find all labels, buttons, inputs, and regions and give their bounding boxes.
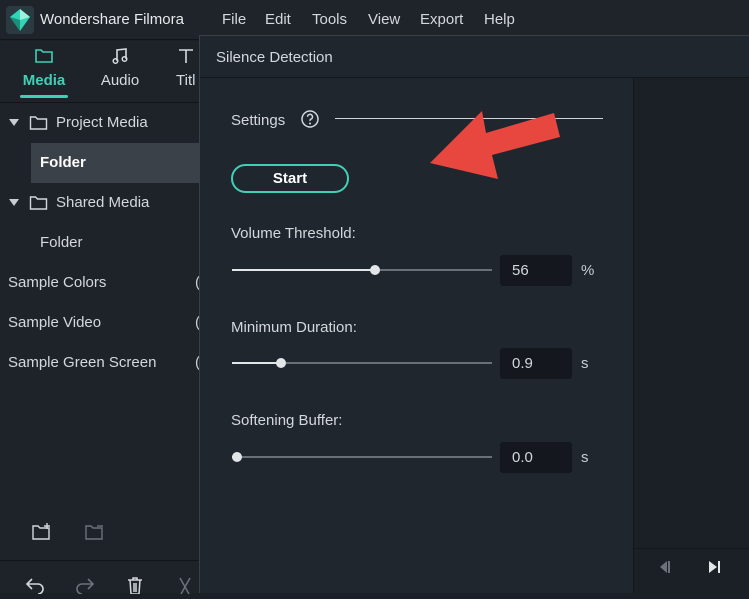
menu-help[interactable]: Help — [484, 11, 515, 28]
slider-fill — [232, 362, 282, 364]
previous-frame-icon[interactable] — [656, 559, 672, 580]
tree-item-sample-video[interactable]: Sample Video ( — [0, 303, 200, 343]
tree-item-sample-colors[interactable]: Sample Colors ( — [0, 263, 200, 303]
menu-edit[interactable]: Edit — [265, 11, 291, 28]
dialog-title: Silence Detection — [216, 49, 333, 66]
folder-icon — [29, 115, 48, 135]
tree-item-folder-selected[interactable]: Folder — [31, 143, 200, 183]
expand-caret-icon[interactable] — [9, 199, 19, 206]
settings-label: Settings — [231, 112, 286, 129]
tab-audio[interactable]: Audio — [85, 47, 155, 89]
slider-handle[interactable] — [276, 358, 287, 368]
help-circle-icon[interactable] — [300, 109, 320, 134]
red-arrow-annotation — [430, 111, 560, 179]
softening-buffer-label: Softening Buffer: — [231, 412, 343, 429]
softening-buffer-unit: s — [581, 449, 589, 466]
tab-media-label: Media — [22, 72, 66, 89]
title-t-icon — [176, 49, 196, 69]
tree-item-label: Shared Media — [56, 194, 150, 211]
tab-audio-label: Audio — [100, 72, 140, 89]
tree-item-shared-folder[interactable]: Folder — [0, 223, 200, 263]
slider-fill — [232, 269, 375, 271]
tree-item-label: Project Media — [56, 114, 148, 131]
redo-icon[interactable] — [74, 576, 96, 599]
divider — [634, 548, 749, 549]
minimum-duration-field[interactable]: 0.9 — [500, 348, 572, 379]
play-icon[interactable] — [706, 559, 722, 580]
new-folder-icon[interactable] — [31, 522, 53, 547]
slider-handle[interactable] — [370, 265, 380, 275]
volume-threshold-unit: % — [581, 262, 595, 279]
music-note-icon — [110, 48, 130, 69]
tree-item-label: Folder — [40, 154, 86, 171]
minimum-duration-slider[interactable] — [232, 358, 492, 368]
tree-item-shared-media[interactable]: Shared Media — [0, 183, 200, 223]
tab-media[interactable]: Media — [9, 47, 79, 89]
volume-threshold-field[interactable]: 56 — [500, 255, 572, 286]
undo-icon[interactable] — [24, 576, 46, 599]
softening-buffer-slider[interactable] — [232, 452, 492, 462]
volume-threshold-slider[interactable] — [232, 265, 492, 275]
app-title: Wondershare Filmora — [40, 11, 184, 28]
start-button[interactable]: Start — [231, 164, 349, 193]
softening-buffer-field[interactable]: 0.0 — [500, 442, 572, 473]
folder-icon — [29, 195, 48, 215]
volume-threshold-label: Volume Threshold: — [231, 225, 356, 242]
minimum-duration-label: Minimum Duration: — [231, 319, 357, 336]
tree-item-label: Sample Green Screen — [8, 354, 157, 371]
divider — [0, 560, 200, 561]
tab-titles[interactable]: Titl — [160, 47, 200, 89]
filmora-logo-icon — [6, 6, 34, 34]
remove-folder-icon[interactable] — [84, 522, 106, 547]
tab-titles-label: Titl — [176, 72, 196, 89]
menu-tools[interactable]: Tools — [312, 11, 347, 28]
tree-item-project-media[interactable]: Project Media — [0, 103, 200, 143]
menu-view[interactable]: View — [368, 11, 400, 28]
preview-pane — [633, 78, 749, 594]
media-library-panel: Media Audio Titl Project Media Folder Sh… — [0, 41, 200, 595]
menu-export[interactable]: Export — [420, 11, 463, 28]
menu-file[interactable]: File — [222, 11, 246, 28]
title-bar: Wondershare Filmora File Edit Tools View… — [0, 0, 749, 40]
dialog-header: Silence Detection — [200, 36, 749, 78]
tree-item-sample-green-screen[interactable]: Sample Green Screen ( — [0, 343, 200, 383]
folder-icon — [34, 49, 54, 69]
cut-icon[interactable] — [175, 576, 195, 599]
delete-icon[interactable] — [125, 576, 145, 599]
active-tab-indicator — [20, 95, 68, 98]
tree-item-label: Sample Colors — [8, 274, 107, 291]
minimum-duration-unit: s — [581, 355, 589, 372]
slider-handle[interactable] — [232, 452, 243, 462]
expand-caret-icon[interactable] — [9, 119, 19, 126]
tree-item-label: Sample Video — [8, 314, 102, 331]
tree-item-label: Folder — [40, 234, 83, 251]
